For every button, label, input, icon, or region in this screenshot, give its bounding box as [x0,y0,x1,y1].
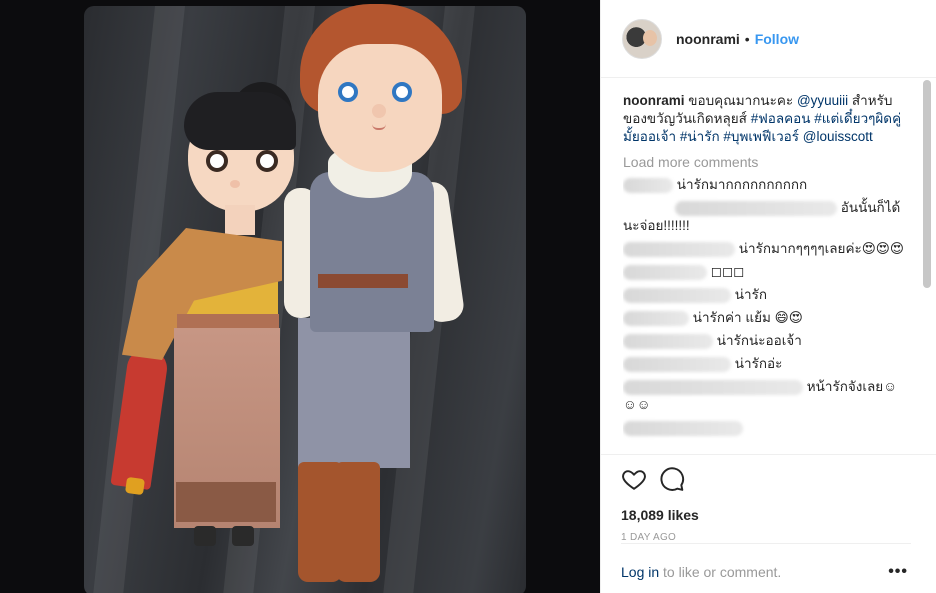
comments-scrollbar[interactable] [923,80,931,288]
comment-item: อันนั้นก็ได้นะจ่อย!!!!!!! [623,200,901,233]
comment-item: น่ารัก [623,286,907,304]
login-prompt: to like or comment. [659,564,782,580]
hashtag-link[interactable]: #ฟอลคอน [751,111,811,126]
blurred-username[interactable] [623,264,707,280]
header-username[interactable]: noonrami [676,31,740,47]
likes-count[interactable]: 18,089 likes [621,507,936,523]
comment-item: น่ารักค่า แย้ม 😄😍 [623,309,907,327]
caption: noonrami ขอบคุณมากนะคะ @yyuuiii สำหรับขอ… [623,93,902,144]
comment-item: น่ารักมากๆๆๆๆเลยค่ะ😍😍😍 [623,240,907,258]
comment-item: น่ารักมากกกกกกกกกก [623,176,907,194]
comment-item: หน้ารักจังเลย☺☺☺ [623,379,897,412]
avatar[interactable] [622,18,662,59]
post-actions: 18,089 likes 1 DAY AGO [601,454,936,543]
blurred-username[interactable] [675,200,837,216]
login-link[interactable]: Log in [621,564,659,580]
blurred-username[interactable] [623,333,713,349]
comment-item: น่ารักอ่ะ [623,355,907,373]
mention-link[interactable]: @yyuuiii [797,93,848,108]
comments-list: noonrami ขอบคุณมากนะคะ @yyuuiii สำหรับขอ… [623,92,907,454]
blurred-username[interactable] [623,241,735,257]
blurred-username[interactable] [623,287,731,303]
comment-item: น่ารักน่ะออเจ้า [623,332,907,350]
blurred-username[interactable] [623,177,673,193]
login-bar: Log in to like or comment. [621,543,911,580]
post-photo [0,0,600,593]
comment-item [623,419,907,437]
more-options-button[interactable]: ••• [888,563,908,581]
caption-username[interactable]: noonrami [623,93,685,108]
comment-item: ◻◻◻ [623,263,907,281]
hashtag-link[interactable]: #บุพเพฟีเวอร์ [723,129,799,144]
blurred-username[interactable] [623,420,743,436]
load-more-comments-button[interactable]: Load more comments [623,153,907,171]
blurred-username[interactable] [623,310,689,326]
comment-icon[interactable] [659,466,685,492]
post-timestamp: 1 DAY AGO [621,532,677,543]
hashtag-link[interactable]: #น่ารัก [680,129,720,144]
follow-button[interactable]: Follow [755,31,799,47]
heart-icon[interactable] [621,466,647,492]
mention-link[interactable]: @louisscott [803,129,873,144]
post-header: noonrami • Follow [601,0,936,78]
blurred-username[interactable] [623,379,803,395]
blurred-username[interactable] [623,356,731,372]
header-separator: • [744,30,750,47]
post-sidebar: noonrami • Follow noonrami ขอบคุณมากนะคะ… [600,0,936,593]
